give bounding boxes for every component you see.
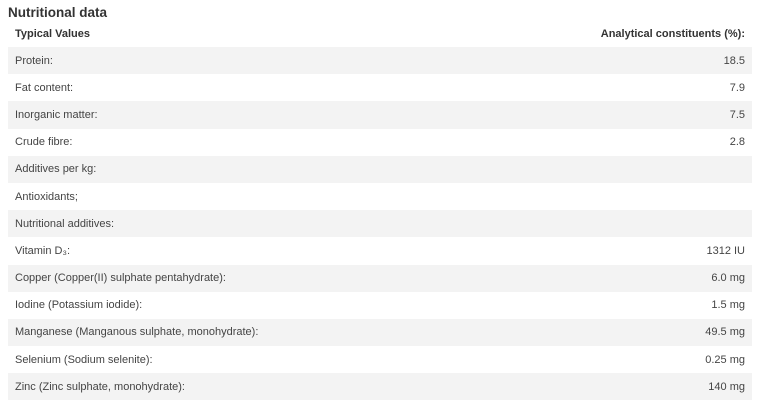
row-value: 7.9	[729, 81, 745, 94]
nutrition-panel: Nutritional data Typical Values Analytic…	[0, 0, 759, 408]
table-row: Vitamin D₃: 1312 IU	[8, 237, 752, 264]
row-label: Antioxidants;	[15, 190, 78, 203]
table-row: Additives per kg:	[8, 155, 752, 183]
table-row: Antioxidants;	[8, 183, 752, 210]
table-row: Protein: 18.5	[8, 47, 752, 75]
header-value: Analytical constituents (%):	[600, 27, 745, 40]
row-label: Fat content:	[15, 81, 74, 94]
row-label: Selenium (Sodium selenite):	[15, 353, 153, 366]
row-label: Crude fibre:	[15, 136, 73, 149]
row-label: Zinc (Zinc sulphate, monohydrate):	[15, 380, 185, 393]
row-label: Manganese (Manganous sulphate, monohydra…	[15, 326, 259, 339]
table-row: Selenium (Sodium selenite): 0.25 mg	[8, 346, 752, 373]
row-label: Nutritional additives:	[15, 217, 115, 230]
table-row: Nutritional additives:	[8, 210, 752, 238]
table-row: Fat content: 7.9	[8, 74, 752, 101]
row-value: 6.0 mg	[711, 272, 745, 285]
row-label: Additives per kg:	[15, 163, 97, 176]
header-label: Typical Values	[15, 27, 91, 40]
table-row: Iodine (Potassium iodide): 1.5 mg	[8, 292, 752, 319]
table-row: Zinc (Zinc sulphate, monohydrate): 140 m…	[8, 373, 752, 401]
row-value: 49.5 mg	[705, 326, 745, 339]
section-title: Nutritional data	[8, 5, 108, 20]
table-row: Manganese (Manganous sulphate, monohydra…	[8, 318, 752, 347]
nutrition-table: Typical Values Analytical constituents (…	[8, 20, 752, 401]
row-value: 1.5 mg	[711, 299, 745, 312]
row-value: 1312 IU	[706, 244, 745, 257]
row-value: 18.5	[723, 54, 745, 67]
row-value: 140 mg	[708, 380, 745, 393]
table-row: Inorganic matter: 7.5	[8, 101, 752, 129]
row-label: Protein:	[15, 54, 53, 67]
table-row: Crude fibre: 2.8	[8, 129, 752, 156]
table-row: Copper (Copper(II) sulphate pentahydrate…	[8, 264, 752, 292]
table-header-row: Typical Values Analytical constituents (…	[8, 20, 752, 47]
row-label: Inorganic matter:	[15, 108, 98, 121]
row-value: 0.25 mg	[705, 353, 745, 366]
row-label: Copper (Copper(II) sulphate pentahydrate…	[15, 272, 226, 285]
row-label: Iodine (Potassium iodide):	[15, 299, 143, 312]
row-value: 7.5	[729, 108, 745, 121]
row-value: 2.8	[729, 136, 745, 149]
row-label: Vitamin D₃:	[15, 244, 71, 257]
